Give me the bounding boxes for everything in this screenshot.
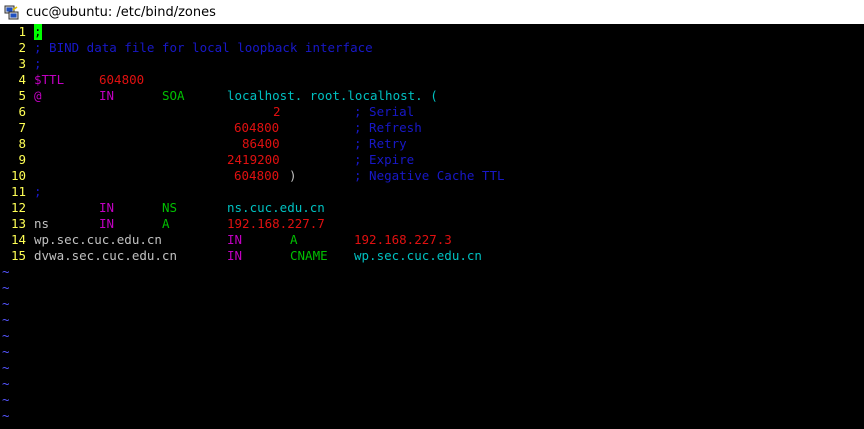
editor-line[interactable]: 12 IN NS ns.cuc.edu.cn [0, 200, 864, 216]
empty-buffer-line: ~ [0, 280, 864, 296]
code-token: 604800 [99, 72, 145, 87]
code-token: NS [162, 200, 178, 215]
editor-line[interactable]: 6 2 ; Serial [0, 104, 864, 120]
tilde-marker: ~ [2, 408, 10, 423]
empty-buffer-line: ~ [0, 312, 864, 328]
empty-buffer-line: ~ [0, 328, 864, 344]
empty-buffer-line: ~ [0, 344, 864, 360]
tilde-marker: ~ [2, 328, 10, 343]
tilde-marker: ~ [2, 392, 10, 407]
code-token: wp.sec.cuc.edu.cn [34, 232, 162, 247]
code-token: $TTL [34, 72, 65, 87]
editor-line[interactable]: 11; [0, 184, 864, 200]
line-number: 3 [18, 56, 26, 71]
line-number: 8 [18, 136, 26, 151]
editor-line[interactable]: 1; [0, 24, 864, 40]
code-token: @ [34, 88, 42, 103]
editor-line[interactable]: 14 wp.sec.cuc.edu.cn IN A 192.168.227.3 [0, 232, 864, 248]
line-number: 11 [10, 184, 26, 199]
code-token: ; Negative Cache TTL [354, 168, 505, 183]
editor-line[interactable]: 2 ; BIND data file for local loopback int… [0, 40, 864, 56]
tilde-marker: ~ [2, 312, 10, 327]
line-number: 14 [10, 232, 26, 247]
code-token: 2419200 [227, 152, 280, 167]
code-token: ; Retry [354, 136, 407, 151]
tilde-marker: ~ [2, 296, 10, 311]
tilde-marker: ~ [2, 344, 10, 359]
code-token: ; [34, 56, 42, 71]
tilde-marker: ~ [2, 376, 10, 391]
editor-line[interactable]: 7 604800 ; Refresh [0, 120, 864, 136]
line-number: 15 [10, 248, 26, 263]
code-token: IN [99, 216, 115, 231]
empty-buffer-line: ~ [0, 392, 864, 408]
line-number: 13 [10, 216, 26, 231]
window-titlebar: cuc@ubuntu: /etc/bind/zones [0, 0, 864, 24]
editor-line[interactable]: 3; [0, 56, 864, 72]
line-number: 1 [18, 24, 26, 39]
line-number: 4 [18, 72, 26, 87]
code-token: ns [34, 216, 50, 231]
code-token: wp.sec.cuc.edu.cn [354, 248, 482, 263]
window-title: cuc@ubuntu: /etc/bind/zones [26, 4, 216, 20]
line-number: 2 [18, 40, 26, 55]
code-token: localhost. root.localhost. ( [227, 88, 438, 103]
putty-icon[interactable] [4, 4, 20, 20]
vim-editor[interactable]: 1; 2; BIND data file for local loopback i… [0, 24, 864, 429]
code-token: IN [227, 248, 243, 263]
code-token: ) [289, 168, 297, 183]
code-token: A [290, 232, 298, 247]
code-token: 86400 [242, 136, 280, 151]
code-token: SOA [162, 88, 185, 103]
empty-buffer-line: ~ [0, 408, 864, 424]
empty-buffer-line: ~ [0, 264, 864, 280]
code-token: IN [99, 200, 115, 215]
code-token: CNAME [290, 248, 328, 263]
code-token: IN [99, 88, 115, 103]
editor-line[interactable]: 13 ns IN A 192.168.227.7 [0, 216, 864, 232]
code-token: 2 [273, 104, 281, 119]
line-number: 9 [18, 152, 26, 167]
code-token: A [162, 216, 170, 231]
text-cursor: ; [34, 24, 42, 40]
code-token: ; Serial [354, 104, 415, 119]
code-token: 604800 [234, 120, 280, 135]
code-token: IN [227, 232, 243, 247]
line-number: 10 [10, 168, 26, 183]
empty-buffer-line: ~ [0, 360, 864, 376]
editor-line[interactable]: 15 dvwa.sec.cuc.edu.cn IN CNAME wp.sec.cuc.e… [0, 248, 864, 264]
code-token: ; BIND data file for local loopback inte… [34, 40, 373, 55]
editor-line[interactable]: 8 86400 ; Retry [0, 136, 864, 152]
empty-buffer-line: ~ [0, 296, 864, 312]
editor-line[interactable]: 4 $TTL 604800 [0, 72, 864, 88]
code-token: dvwa.sec.cuc.edu.cn [34, 248, 177, 263]
code-token: ns.cuc.edu.cn [227, 200, 325, 215]
editor-line[interactable]: 5 @ IN SOA localhost. root.localhost. ( [0, 88, 864, 104]
code-token: ; [34, 184, 42, 199]
editor-line[interactable]: 9 2419200 ; Expire [0, 152, 864, 168]
tilde-marker: ~ [2, 264, 10, 279]
line-number: 6 [18, 104, 26, 119]
code-token: ; Expire [354, 152, 415, 167]
code-token: 192.168.227.7 [227, 216, 325, 231]
editor-line[interactable]: 10 604800) ; Negative Cache TTL [0, 168, 864, 184]
line-number: 12 [10, 200, 26, 215]
tilde-marker: ~ [2, 360, 10, 375]
code-token: 604800 [234, 168, 280, 183]
code-token: 192.168.227.3 [354, 232, 452, 247]
line-number: 5 [18, 88, 26, 103]
code-token: ; Refresh [354, 120, 422, 135]
line-number: 7 [18, 120, 26, 135]
tilde-marker: ~ [2, 280, 10, 295]
empty-buffer-line: ~ [0, 376, 864, 392]
